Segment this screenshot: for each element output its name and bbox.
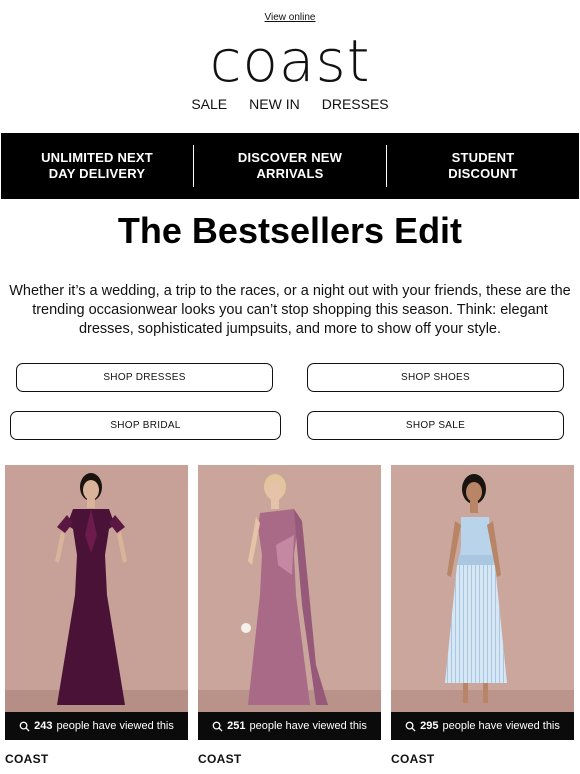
product-card-3[interactable]: 295 people have viewed this	[391, 465, 574, 740]
top-nav: SALE NEW IN DRESSES	[0, 96, 580, 112]
benefit-delivery[interactable]: UNLIMITED NEXT DAY DELIVERY	[1, 150, 193, 182]
benefit-student-line2: DISCOUNT	[448, 166, 518, 181]
views-count-2: 251	[227, 720, 246, 732]
benefit-arrivals-line1: DISCOVER NEW	[237, 150, 343, 165]
benefit-student-line1: STUDENT	[451, 150, 515, 165]
nav-sale[interactable]: SALE	[191, 96, 227, 112]
views-text-3: people have viewed this	[442, 720, 560, 732]
shop-shoes-button[interactable]: SHOP SHOES	[307, 363, 564, 392]
benefit-new-arrivals[interactable]: DISCOVER NEW ARRIVALS	[194, 150, 386, 182]
nav-dresses[interactable]: DRESSES	[322, 96, 389, 112]
product-image-2	[198, 465, 381, 740]
shop-sale-button[interactable]: SHOP SALE	[307, 411, 564, 440]
product-image-1	[5, 465, 188, 740]
views-count-3: 295	[420, 720, 439, 732]
product-image-3	[391, 465, 574, 740]
product-brand-1: COAST	[5, 752, 49, 766]
product-card-1[interactable]: 243 people have viewed this	[5, 465, 188, 740]
benefit-arrivals-line2: ARRIVALS	[256, 166, 324, 181]
nav-new-in[interactable]: NEW IN	[249, 96, 300, 112]
views-text-1: people have viewed this	[56, 720, 174, 732]
product-brand-3: COAST	[391, 752, 435, 766]
views-badge-1: 243 people have viewed this	[5, 712, 188, 740]
benefit-delivery-line2: DAY DELIVERY	[48, 166, 146, 181]
shop-dresses-button[interactable]: SHOP DRESSES	[16, 363, 273, 392]
page-title: The Bestsellers Edit	[117, 210, 463, 251]
views-count-1: 243	[34, 720, 53, 732]
search-icon	[19, 721, 30, 732]
intro-text: Whether it’s a wedding, a trip to the ra…	[9, 283, 571, 337]
benefit-student-discount[interactable]: STUDENT DISCOUNT	[387, 150, 579, 182]
search-icon	[212, 721, 223, 732]
coast-logo[interactable]: coast	[0, 22, 580, 100]
benefit-delivery-line1: UNLIMITED NEXT	[41, 150, 153, 165]
benefits-banner: UNLIMITED NEXT DAY DELIVERY DISCOVER NEW…	[1, 133, 579, 199]
product-brand-2: COAST	[198, 752, 242, 766]
views-text-2: people have viewed this	[249, 720, 367, 732]
shop-bridal-button[interactable]: SHOP BRIDAL	[10, 411, 281, 440]
views-badge-2: 251 people have viewed this	[198, 712, 381, 740]
product-card-2[interactable]: 251 people have viewed this	[198, 465, 381, 740]
search-icon	[405, 721, 416, 732]
views-badge-3: 295 people have viewed this	[391, 712, 574, 740]
